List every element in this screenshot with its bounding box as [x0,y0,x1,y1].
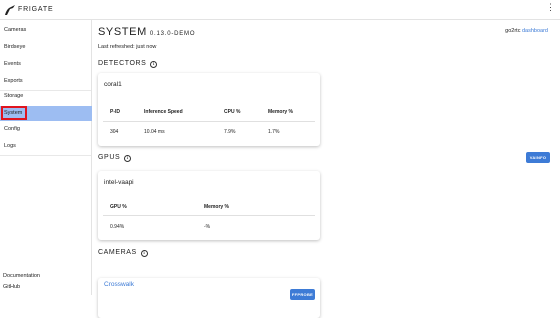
table-cell: 0.94% [110,224,125,230]
info-icon[interactable]: i [140,250,148,257]
table-cell: 7.9% [224,129,236,135]
column-header: Memory % [268,109,294,115]
sidebar: Cameras Birdseye Events Exports Storage … [0,20,92,295]
table-cell: 10.04 ms [144,129,165,135]
detector-card: coral1 P-ID Inference Speed CPU % Memory… [98,73,320,146]
column-header: GPU % [110,204,127,210]
column-header: Memory % [204,204,230,210]
sidebar-item-config[interactable]: Config [0,122,92,137]
camera-name-link[interactable]: Crosswalk [104,281,134,288]
table-divider [103,121,315,122]
page-title: SYSTEM 0.13.0-DEMO [98,26,196,38]
top-app-bar: FRIGATE ⋮ [0,0,560,20]
table-divider [103,215,315,216]
sidebar-item-events[interactable]: Events [0,57,92,72]
column-header: P-ID [110,109,120,115]
vainfo-button[interactable]: VAINFO [526,152,550,163]
camera-card: Crosswalk FFPROBE [98,278,320,318]
github-link[interactable]: GitHub [3,284,20,290]
info-icon[interactable]: i [150,61,158,68]
go2rtc-dashboard: go2rtc dashboard [505,28,548,34]
sidebar-item-label: Events [4,61,21,67]
sidebar-divider [0,155,91,156]
frigate-bird-icon[interactable] [4,4,16,16]
table-cell: 1.7% [268,129,280,135]
cameras-heading: CAMERAS i [98,249,148,257]
column-header: CPU % [224,109,241,115]
sidebar-item-storage[interactable]: Storage [0,89,92,104]
sidebar-item-logs[interactable]: Logs [0,139,92,154]
table-cell: -% [204,224,211,230]
sidebar-item-label: Birdseye [4,44,26,50]
main-content: SYSTEM 0.13.0-DEMO go2rtc dashboard Last … [92,20,560,318]
last-refreshed-text: Last refreshed: just now [98,44,157,50]
sidebar-item-label: Config [4,126,20,132]
sidebar-item-label: Cameras [4,27,27,33]
documentation-link[interactable]: Documentation [3,273,40,279]
sidebar-item-birdseye[interactable]: Birdseye [0,40,92,55]
more-vertical-icon[interactable]: ⋮ [546,3,555,12]
sidebar-item-label: Logs [4,143,16,149]
sidebar-item-label: Exports [4,78,23,84]
go2rtc-dashboard-link[interactable]: dashboard [522,28,548,34]
sidebar-item-label: Storage [4,93,24,99]
selection-highlight-box [1,106,27,120]
table-cell: 304 [110,129,119,135]
column-header: Inference Speed [144,109,183,115]
sidebar-item-exports[interactable]: Exports [0,74,92,89]
gpus-heading: GPUS i [98,154,132,162]
gpu-name: intel-vaapi [104,179,134,186]
app-brand[interactable]: FRIGATE [18,6,53,13]
detector-name: coral1 [104,81,122,88]
sidebar-item-cameras[interactable]: Cameras [0,23,92,38]
info-icon[interactable]: i [124,155,132,162]
version-label: 0.13.0-DEMO [149,31,196,37]
detectors-heading: DETECTORS i [98,60,158,68]
gpu-card: intel-vaapi GPU % Memory % 0.94% -% [98,171,320,240]
